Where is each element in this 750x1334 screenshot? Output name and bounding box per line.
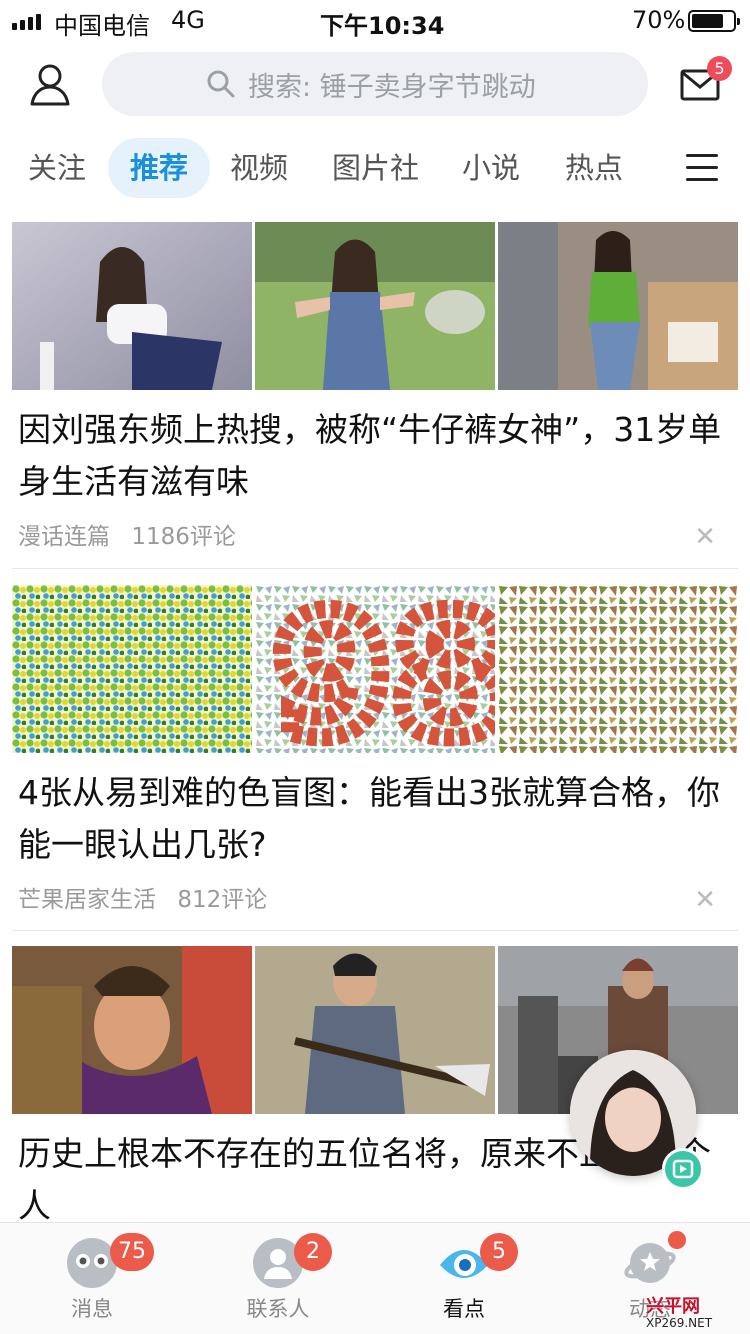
article-meta: 芒果居家生活 812评论 ✕ [12,879,738,921]
article-source[interactable]: 漫话连篇 [18,524,110,550]
play-icon[interactable] [662,1148,704,1190]
article-title[interactable]: 因刘强东频上热搜，被称“牛仔裤女神”，31岁单身生活有滋有味 [12,404,738,508]
carrier-name: 中国电信 [54,12,150,40]
divider [12,930,738,931]
close-icon[interactable]: ✕ [694,516,716,558]
signal-icon [12,12,41,30]
search-bar[interactable]: 搜索: 锤子卖身字节跳动 [102,52,648,116]
tab-gallery[interactable]: 图片社 [332,138,419,198]
close-icon[interactable]: ✕ [694,879,716,921]
nav-contacts[interactable]: 联系人 2 [198,1223,358,1334]
search-icon [207,70,235,98]
menu-icon[interactable] [686,154,718,182]
nav-label: 消息 [71,1297,113,1321]
channel-tabs: 关注 推荐 视频 图片社 小说 热点 [0,138,750,198]
tab-hot[interactable]: 热点 [565,138,623,198]
nav-messages[interactable]: 消息 75 [12,1223,172,1334]
battery-icon [688,10,740,32]
notification-dot [668,1231,686,1249]
color-blind-test-image [498,585,738,753]
article-photo [498,222,738,390]
battery-percent: 70% [632,6,686,34]
planet-icon [624,1243,676,1283]
watermark-name: 兴平网 [646,1296,700,1317]
divider [12,568,738,569]
bottom-nav: 消息 75 联系人 2 看点 5 动态 [0,1222,750,1334]
nav-label: 联系人 [246,1297,310,1321]
svg-text:98: 98 [273,585,495,753]
unread-badge: 75 [110,1233,154,1271]
tab-recommend[interactable]: 推荐 [108,138,211,198]
nav-label: 看点 [443,1297,485,1321]
image-row: 98 [12,585,738,753]
article-photo [12,946,252,1114]
watermark-url: XP269.NET [646,1316,713,1330]
profile-icon[interactable] [28,62,72,106]
article-title[interactable]: 4张从易到难的色盲图：能看出3张就算合格，你能一眼认出几张? [12,767,738,871]
feed-item[interactable]: 98 4张从易到难的色盲图：能看出3张就算合格，你能一眼认出几张? 芒果居家生活… [12,585,738,921]
app-root: 中国电信 4G 下午10:34 70% 搜索: 锤子卖身字节跳动 5 关注 推荐… [0,0,750,1334]
article-source[interactable]: 芒果居家生活 [18,887,156,913]
comment-count: 1186评论 [131,524,236,550]
color-blind-test-image [12,585,252,753]
article-photo [255,946,495,1114]
article-meta: 漫话连篇 1186评论 ✕ [12,516,738,558]
unread-badge: 2 [294,1233,332,1271]
clock: 下午10:34 [320,12,445,40]
feed-item[interactable]: 因刘强东频上热搜，被称“牛仔裤女神”，31岁单身生活有滋有味 漫话连篇 1186… [12,222,738,558]
comment-count: 812评论 [177,887,268,913]
site-watermark: 兴平网 XP269.NET [646,1292,712,1330]
article-photo [255,222,495,390]
image-row [12,222,738,390]
network-type: 4G [171,6,205,34]
search-placeholder: 搜索: 锤子卖身字节跳动 [248,71,536,103]
color-blind-test-image: 98 [255,585,495,753]
nav-kandian[interactable]: 看点 5 [384,1223,544,1334]
tab-novel[interactable]: 小说 [462,138,520,198]
mail-badge: 5 [707,56,732,81]
status-bar: 中国电信 4G 下午10:34 70% [0,0,750,42]
article-photo [12,222,252,390]
tab-video[interactable]: 视频 [230,138,288,198]
unread-badge: 5 [480,1233,518,1271]
tab-follow[interactable]: 关注 [28,138,86,198]
